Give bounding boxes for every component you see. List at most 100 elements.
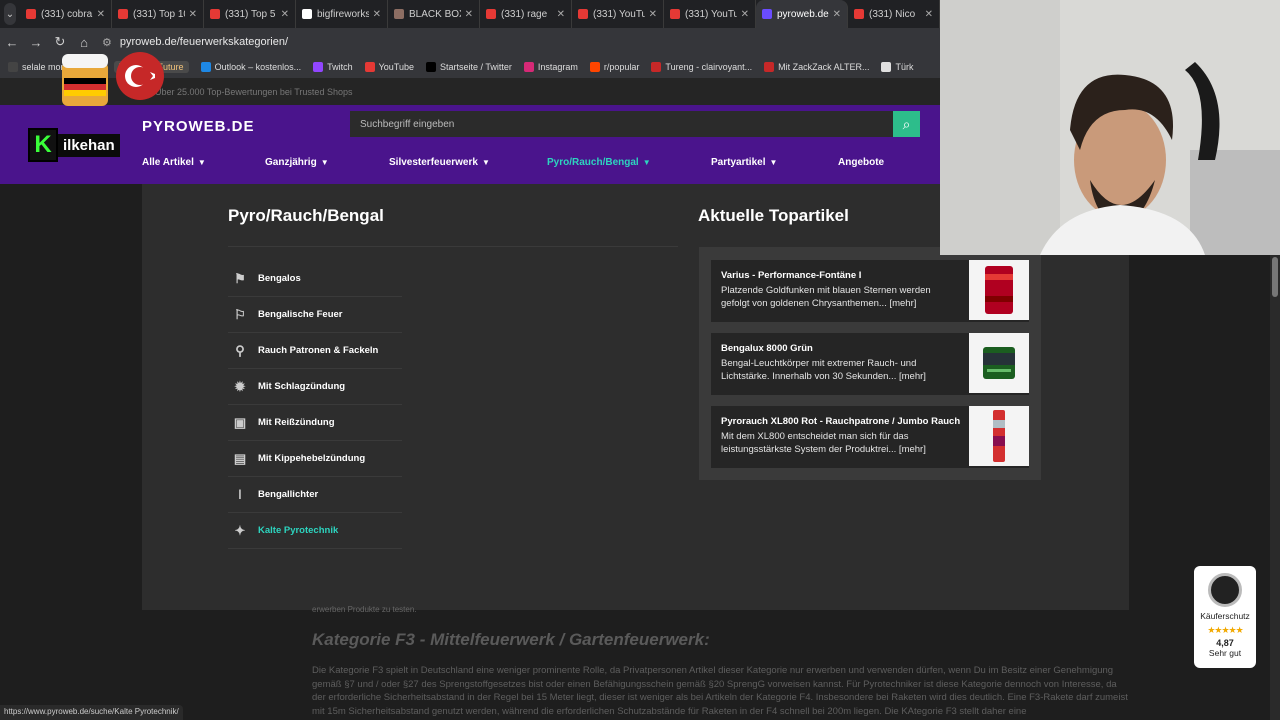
tab-title: (331) Top 5 xyxy=(225,8,276,20)
bookmark-label: Türk xyxy=(895,62,914,72)
browser-tab[interactable]: (331) rage ✕ xyxy=(480,0,572,28)
rating-text: Sehr gut xyxy=(1208,648,1242,658)
tab-favicon-icon xyxy=(118,9,128,19)
browser-tab[interactable]: (331) Nico ✕ xyxy=(848,0,940,28)
browser-tab[interactable]: bigfireworks ✕ xyxy=(296,0,388,28)
tab-favicon-icon xyxy=(670,9,680,19)
bookmark-item[interactable]: Outlook – kostenlos... xyxy=(200,62,302,72)
webcam-person-image xyxy=(940,0,1280,255)
top-article-title[interactable]: Pyrorauch XL800 Rot - Rauchpatrone / Jum… xyxy=(721,416,960,427)
kick-logo: K xyxy=(28,128,58,162)
category-label: Mit Kippehebelzündung xyxy=(258,453,366,464)
category-label: Rauch Patronen & Fackeln xyxy=(258,345,379,356)
nav-partyartikel[interactable]: Partyartikel ▼ xyxy=(711,157,777,168)
product-image[interactable] xyxy=(969,260,1029,320)
bookmark-item[interactable]: r/popular xyxy=(589,62,639,72)
tab-favicon-icon xyxy=(486,9,496,19)
search-input[interactable] xyxy=(350,111,893,137)
category-item[interactable]: ⚑ Bengalos xyxy=(228,261,402,297)
fountain-product-icon xyxy=(985,266,1013,314)
category-product-icon: ⚐ xyxy=(234,306,246,322)
close-tab-icon[interactable]: ✕ xyxy=(373,9,381,20)
nav-angebote[interactable]: Angebote xyxy=(838,157,884,168)
close-tab-icon[interactable]: ✕ xyxy=(925,9,933,20)
bookmark-label: Outlook – kostenlos... xyxy=(214,62,302,72)
bookmark-item[interactable]: Tureng - clairvoyant... xyxy=(651,62,752,72)
close-tab-icon[interactable]: ✕ xyxy=(97,9,105,20)
main-navigation: Alle Artikel ▼ Ganzjährig ▼ Silvesterfeuer… xyxy=(142,157,902,177)
page-scrollbar[interactable] xyxy=(1270,255,1280,720)
browser-tab[interactable]: (331) cobra ✕ xyxy=(20,0,112,28)
close-tab-icon[interactable]: ✕ xyxy=(557,9,565,20)
bookmark-item[interactable]: Türk xyxy=(881,62,913,72)
bookmark-item[interactable]: YouTube xyxy=(364,62,414,72)
bookmark-label: Twitch xyxy=(327,62,353,72)
chevron-down-icon: ▼ xyxy=(481,158,490,167)
close-tab-icon[interactable]: ✕ xyxy=(833,9,841,20)
top-article-card[interactable]: Pyrorauch XL800 Rot - Rauchpatrone / Jum… xyxy=(711,406,1029,468)
top-article-card[interactable]: Bengalux 8000 Grün Bengal-Leuchtkörper m… xyxy=(711,333,1029,395)
back-icon[interactable]: ← xyxy=(0,35,24,50)
tab-favicon-icon xyxy=(210,9,220,19)
bookmark-item[interactable]: Instagram xyxy=(523,62,578,72)
bookmark-icon xyxy=(881,62,892,72)
bookmark-item[interactable]: Twitch xyxy=(313,62,353,72)
category-item[interactable]: ▣ Mit Reißzündung xyxy=(228,405,402,441)
smoke-cartridge-product-icon xyxy=(993,410,1005,462)
streamer-name-badge: K ilkehan xyxy=(28,128,120,162)
close-tab-icon[interactable]: ✕ xyxy=(465,9,473,20)
close-tab-icon[interactable]: ✕ xyxy=(281,9,289,20)
badge-label: Käuferschutz xyxy=(1200,611,1250,621)
nav-ganzjaehrig[interactable]: Ganzjährig ▼ xyxy=(265,157,329,168)
category-item[interactable]: ✦ Kalte Pyrotechnik xyxy=(228,513,402,549)
nav-pyro-rauch-bengal[interactable]: Pyro/Rauch/Bengal ▼ xyxy=(547,157,651,168)
tab-favicon-icon xyxy=(854,9,864,19)
tab-title: (331) YouTu xyxy=(685,8,737,20)
bookmark-icon xyxy=(313,62,324,72)
address-bar[interactable]: ⚙ pyroweb.de/feuerwerkskategorien/ xyxy=(102,31,912,53)
product-image[interactable] xyxy=(969,406,1029,466)
browser-tab[interactable]: (331) Top 5 ✕ xyxy=(204,0,296,28)
category-item[interactable]: ǀ Bengallichter xyxy=(228,477,402,513)
browser-tab[interactable]: (331) YouTu ✕ xyxy=(572,0,664,28)
category-item[interactable]: ✹ Mit Schlagzündung xyxy=(228,369,402,405)
bookmark-item[interactable]: Startseite / Twitter xyxy=(426,62,512,72)
top-articles-panel: Varius - Performance-Fontäne I Platzende… xyxy=(699,247,1041,480)
browser-tab[interactable]: (331) YouTu ✕ xyxy=(664,0,756,28)
nav-silvesterfeuerwerk[interactable]: Silvesterfeuerwerk ▼ xyxy=(389,157,490,168)
trusted-shops-badge[interactable]: Käuferschutz ★★★★★ 4,87 Sehr gut xyxy=(1194,566,1256,668)
category-item[interactable]: ▤ Mit Kippehebelzündung xyxy=(228,441,402,477)
top-article-title[interactable]: Bengalux 8000 Grün xyxy=(721,343,813,354)
trust-text: Über 25.000 Top-Bewertungen bei Trusted … xyxy=(155,87,353,97)
product-image[interactable] xyxy=(969,333,1029,393)
forward-icon[interactable]: → xyxy=(24,35,48,50)
bookmark-icon xyxy=(8,62,18,72)
browser-tab[interactable]: (331) Top 10 ✕ xyxy=(112,0,204,28)
close-tab-icon[interactable]: ✕ xyxy=(741,9,749,20)
site-logo[interactable]: PYROWEB.DE xyxy=(142,118,255,135)
tab-search-chevron-icon[interactable]: ⌄ xyxy=(4,3,16,25)
nav-alle-artikel[interactable]: Alle Artikel ▼ xyxy=(142,157,206,168)
close-tab-icon[interactable]: ✕ xyxy=(649,9,657,20)
tab-favicon-icon xyxy=(394,9,404,19)
close-tab-icon[interactable]: ✕ xyxy=(189,9,197,20)
scrollbar-thumb[interactable] xyxy=(1272,257,1278,297)
bookmark-item[interactable]: Mit ZackZack ALTER... xyxy=(764,62,869,72)
tab-title: bigfireworks xyxy=(317,8,369,20)
category-item[interactable]: ⚐ Bengalische Feuer xyxy=(228,297,402,333)
search-button[interactable]: ⌕ xyxy=(893,111,920,137)
bookmark-icon xyxy=(589,62,600,72)
mascot-overlay-image xyxy=(58,40,168,110)
top-article-title[interactable]: Varius - Performance-Fontäne I xyxy=(721,270,861,281)
category-label: Kalte Pyrotechnik xyxy=(258,525,339,536)
category-product-icon: ▤ xyxy=(233,450,247,466)
top-article-card[interactable]: Varius - Performance-Fontäne I Platzende… xyxy=(711,260,1029,322)
section-paragraph: Die Kategorie F3 spielt in Deutschland e… xyxy=(312,665,1128,717)
browser-tab[interactable]: pyroweb.de ✕ xyxy=(756,0,848,28)
bookmark-icon xyxy=(364,62,375,72)
rating-score: 4,87 xyxy=(1216,638,1234,648)
browser-tab[interactable]: BLACK BOX ✕ xyxy=(388,0,480,28)
top-articles-title: Aktuelle Topartikel xyxy=(698,206,849,225)
category-product-icon: ⚲ xyxy=(235,342,245,358)
category-item[interactable]: ⚲ Rauch Patronen & Fackeln xyxy=(228,333,402,369)
